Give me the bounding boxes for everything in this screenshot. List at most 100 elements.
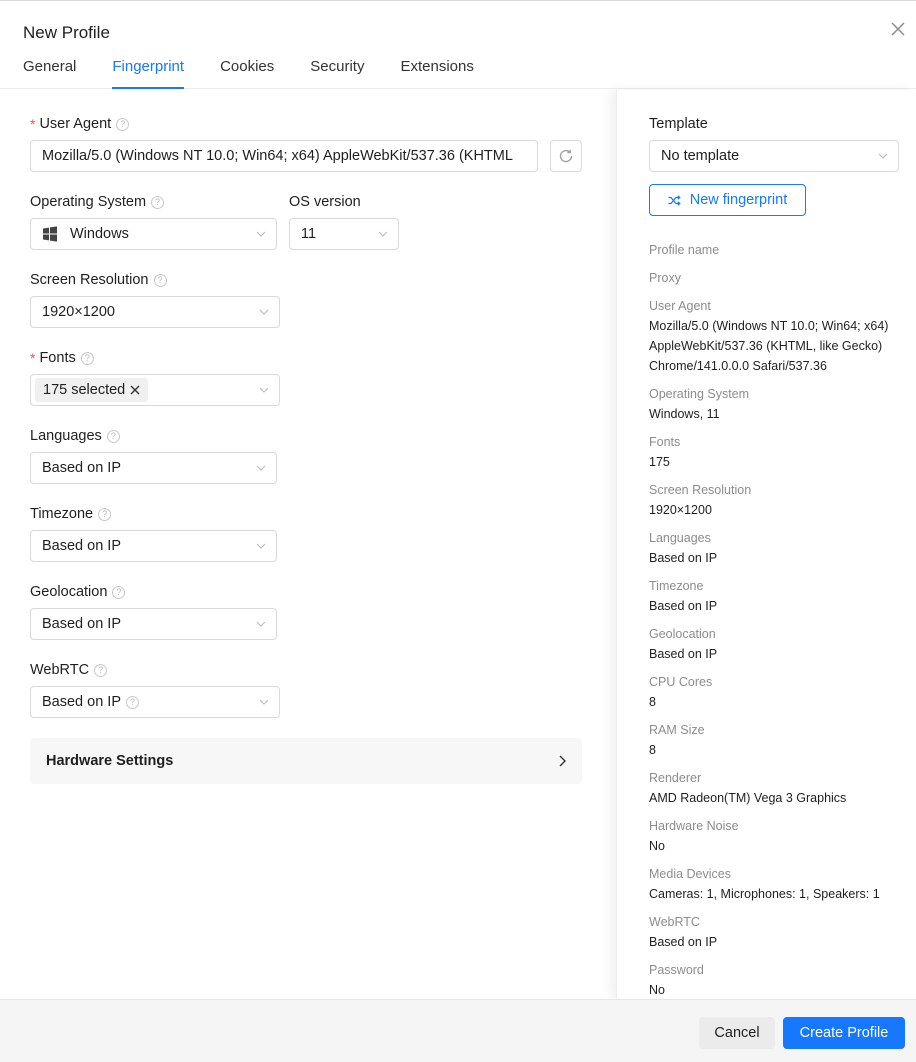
- help-icon[interactable]: ?: [151, 195, 165, 209]
- summary-key: Profile name: [649, 243, 720, 257]
- summary-value: 8: [649, 695, 656, 709]
- fonts-selected-tag: 175 selected: [35, 378, 149, 402]
- help-icon[interactable]: ?: [98, 507, 112, 521]
- tab-security[interactable]: Security: [310, 58, 364, 89]
- summary-key: Media Devices: [649, 867, 731, 881]
- close-icon[interactable]: [890, 21, 908, 39]
- summary-value: 175: [649, 455, 670, 469]
- hardware-settings-toggle[interactable]: Hardware Settings: [30, 738, 582, 784]
- close-icon[interactable]: [130, 385, 140, 395]
- webrtc-select[interactable]: Based on IP ?: [30, 686, 280, 718]
- summary-list: Profile name Proxy User Agent Mozilla/5.…: [649, 240, 909, 999]
- summary-item: Media Devices Cameras: 1, Microphones: 1…: [649, 864, 909, 904]
- summary-key: CPU Cores: [649, 675, 713, 689]
- summary-key: Screen Resolution: [649, 483, 752, 497]
- timezone-select[interactable]: Based on IP: [30, 530, 277, 562]
- summary-item: Screen Resolution 1920×1200: [649, 480, 909, 520]
- modal-header: New Profile General Fingerprint Cookies …: [0, 1, 916, 89]
- shuffle-icon: [668, 194, 681, 206]
- languages-select[interactable]: Based on IP: [30, 452, 277, 484]
- summary-key: Renderer: [649, 771, 702, 785]
- windows-icon: [43, 226, 57, 242]
- template-label: Template: [649, 116, 708, 132]
- profile-summary-panel: Template No template New fingerprint Pro…: [616, 90, 916, 999]
- geolocation-value: Based on IP: [42, 616, 121, 632]
- summary-value: Windows, 11: [649, 407, 720, 421]
- modal-title: New Profile: [23, 23, 110, 42]
- user-agent-input[interactable]: Mozilla/5.0 (Windows NT 10.0; Win64; x64…: [30, 140, 538, 172]
- summary-value: AMD Radeon(TM) Vega 3 Graphics: [649, 791, 847, 805]
- summary-item: Renderer AMD Radeon(TM) Vega 3 Graphics: [649, 768, 909, 808]
- summary-item: RAM Size 8: [649, 720, 909, 760]
- new-profile-modal: New Profile General Fingerprint Cookies …: [0, 0, 916, 1062]
- chevron-down-icon: [256, 543, 266, 549]
- template-select[interactable]: No template: [649, 140, 899, 172]
- help-icon[interactable]: ?: [94, 663, 108, 677]
- os-version-value: 11: [301, 226, 317, 242]
- chevron-down-icon: [259, 699, 269, 705]
- summary-item: WebRTC Based on IP: [649, 912, 909, 952]
- chevron-right-icon: [559, 755, 566, 767]
- chevron-down-icon: [378, 231, 388, 237]
- geolocation-select[interactable]: Based on IP: [30, 608, 277, 640]
- chevron-down-icon: [259, 309, 269, 315]
- summary-key: Operating System: [649, 387, 750, 401]
- refresh-user-agent-button[interactable]: [550, 140, 582, 172]
- help-icon[interactable]: ?: [80, 351, 94, 365]
- webrtc-value: Based on IP: [42, 694, 121, 710]
- help-icon[interactable]: ?: [153, 273, 167, 287]
- summary-item: Hardware Noise No: [649, 816, 909, 856]
- cancel-button[interactable]: Cancel: [699, 1017, 775, 1049]
- summary-item: Password No: [649, 960, 909, 999]
- summary-key: User Agent: [649, 299, 711, 313]
- tab-extensions[interactable]: Extensions: [400, 58, 473, 89]
- summary-item: CPU Cores 8: [649, 672, 909, 712]
- fingerprint-form: * User Agent ? Mozilla/5.0 (Windows NT 1…: [0, 90, 616, 999]
- geolocation-label: Geolocation ?: [30, 584, 126, 600]
- chevron-down-icon: [256, 231, 266, 237]
- summary-item: Geolocation Based on IP: [649, 624, 909, 664]
- timezone-value: Based on IP: [42, 538, 121, 554]
- summary-value: Based on IP: [649, 551, 718, 565]
- summary-item: User Agent Mozilla/5.0 (Windows NT 10.0;…: [649, 296, 909, 376]
- create-profile-button[interactable]: Create Profile: [783, 1017, 905, 1049]
- languages-label-text: Languages: [30, 428, 102, 444]
- summary-key: RAM Size: [649, 723, 705, 737]
- help-icon[interactable]: ?: [112, 585, 126, 599]
- screen-resolution-value: 1920×1200: [42, 304, 115, 320]
- tab-cookies[interactable]: Cookies: [220, 58, 274, 89]
- help-icon[interactable]: ?: [106, 429, 120, 443]
- summary-item: Languages Based on IP: [649, 528, 909, 568]
- help-icon[interactable]: ?: [116, 117, 130, 131]
- summary-value: Based on IP: [649, 647, 718, 661]
- os-value: Windows: [70, 226, 129, 242]
- new-fingerprint-button[interactable]: New fingerprint: [649, 184, 806, 216]
- fonts-tag-text: 175 selected: [43, 382, 126, 398]
- chevron-down-icon: [256, 465, 266, 471]
- summary-item: Proxy: [649, 268, 909, 288]
- help-icon[interactable]: ?: [126, 695, 139, 709]
- screen-resolution-label-text: Screen Resolution: [30, 272, 149, 288]
- languages-label: Languages ?: [30, 428, 120, 444]
- tab-general[interactable]: General: [23, 58, 76, 89]
- screen-resolution-label: Screen Resolution ?: [30, 272, 167, 288]
- hardware-settings-label: Hardware Settings: [46, 753, 174, 769]
- os-version-select[interactable]: 11: [289, 218, 399, 250]
- os-select[interactable]: Windows: [30, 218, 277, 250]
- tab-fingerprint[interactable]: Fingerprint: [112, 58, 184, 89]
- timezone-label: Timezone ?: [30, 506, 112, 522]
- refresh-icon: [559, 149, 573, 163]
- template-value: No template: [661, 148, 740, 164]
- fonts-select[interactable]: 175 selected: [30, 374, 280, 406]
- summary-item: Profile name: [649, 240, 909, 260]
- summary-item: Timezone Based on IP: [649, 576, 909, 616]
- summary-value: Cameras: 1, Microphones: 1, Speakers: 1: [649, 887, 880, 901]
- screen-resolution-select[interactable]: 1920×1200: [30, 296, 280, 328]
- summary-value: Mozilla/5.0 (Windows NT 10.0; Win64; x64…: [649, 319, 889, 373]
- summary-key: Languages: [649, 531, 711, 545]
- summary-value: No: [649, 839, 665, 853]
- geolocation-label-text: Geolocation: [30, 584, 108, 600]
- modal-footer: Cancel Create Profile: [0, 999, 916, 1062]
- fonts-label-text: Fonts: [39, 350, 76, 366]
- new-fingerprint-label: New fingerprint: [689, 192, 788, 208]
